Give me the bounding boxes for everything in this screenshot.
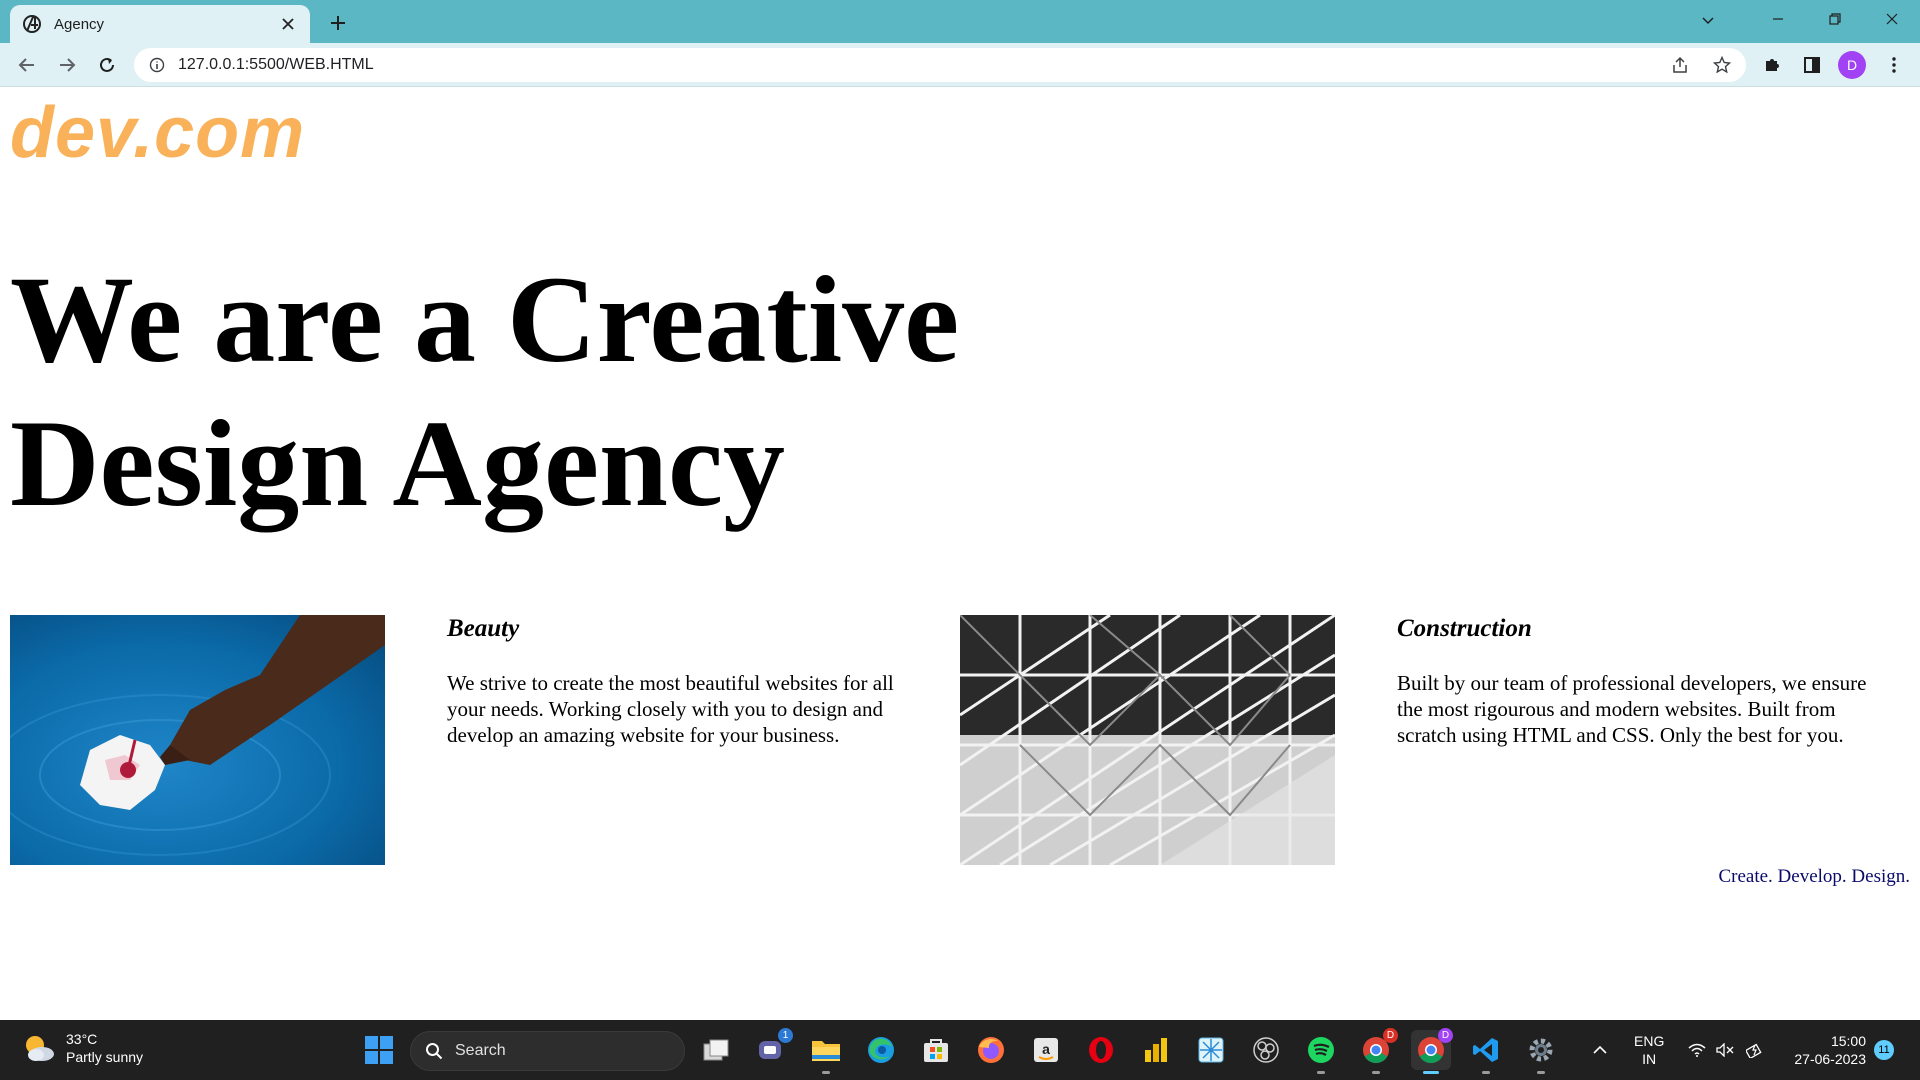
construction-image	[960, 615, 1335, 865]
running-indicator	[1482, 1071, 1490, 1074]
browser-tab-active[interactable]: Agency	[10, 5, 310, 43]
back-arrow-icon[interactable]	[12, 50, 42, 80]
settings-gear-icon[interactable]	[1521, 1030, 1561, 1074]
new-tab-icon[interactable]	[324, 9, 352, 37]
running-indicator	[1537, 1071, 1545, 1074]
kebab-menu-icon[interactable]	[1879, 50, 1909, 80]
weather-widget[interactable]: 33°C Partly sunny	[20, 1030, 143, 1066]
avengers-logo-icon	[22, 14, 42, 34]
chrome-profile-1-icon[interactable]: D	[1356, 1028, 1398, 1074]
tab-title: Agency	[54, 15, 105, 33]
vscode-icon[interactable]	[1466, 1030, 1506, 1074]
speaker-muted-icon[interactable]	[1714, 1030, 1736, 1070]
close-window-icon[interactable]	[1863, 0, 1920, 38]
chrome-profile-2-icon[interactable]: D	[1411, 1028, 1453, 1074]
taskbar-search[interactable]: Search	[410, 1031, 685, 1071]
language-region: IN	[1642, 1051, 1657, 1067]
feature-title-beauty: Beauty	[447, 615, 520, 642]
microsoft-store-icon[interactable]	[916, 1030, 956, 1070]
beauty-image	[10, 615, 385, 865]
tagline: Create. Develop. Design.	[1718, 866, 1910, 887]
reload-icon[interactable]	[92, 50, 122, 80]
feature-text-beauty: We strive to create the most beautiful w…	[447, 671, 894, 747]
language-indicator[interactable]: ENG IN	[1634, 1032, 1664, 1068]
close-tab-icon[interactable]	[278, 14, 298, 34]
minimize-icon[interactable]	[1749, 0, 1806, 38]
windows-taskbar: 33°C Partly sunny Search 1 a D D ENG IN …	[0, 1020, 1920, 1080]
snipping-tool-icon[interactable]	[1191, 1030, 1231, 1070]
amazon-icon[interactable]: a	[1026, 1030, 1066, 1070]
weather-desc: Partly sunny	[66, 1049, 144, 1065]
file-explorer-icon[interactable]	[806, 1030, 846, 1074]
site-logo[interactable]: dev.com	[10, 92, 305, 174]
opera-icon[interactable]	[1081, 1030, 1121, 1070]
extensions-puzzle-icon[interactable]	[1757, 50, 1787, 80]
teams-chat-icon[interactable]: 1	[751, 1028, 793, 1070]
firefox-icon[interactable]	[971, 1030, 1011, 1070]
site-info-icon[interactable]	[148, 56, 166, 74]
chevron-down-icon[interactable]	[1694, 6, 1722, 34]
hero-heading: We are a Creative Design Agency	[10, 248, 1110, 536]
windows-start-icon[interactable]	[359, 1030, 399, 1070]
hero-line-1: We are a Creative	[10, 251, 960, 388]
side-panel-icon[interactable]	[1797, 50, 1827, 80]
battery-charging-icon[interactable]	[1744, 1030, 1766, 1070]
chrome-profile-badge: D	[1438, 1028, 1453, 1043]
profile-avatar[interactable]: D	[1838, 51, 1866, 79]
forward-arrow-icon[interactable]	[52, 50, 82, 80]
restore-icon[interactable]	[1806, 0, 1863, 38]
feature-text-construction: Built by our team of professional develo…	[1397, 671, 1867, 747]
clock-time: 15:00	[1830, 1033, 1866, 1049]
obs-studio-icon[interactable]	[1246, 1030, 1286, 1070]
power-bi-icon[interactable]	[1136, 1030, 1176, 1070]
partly-sunny-icon	[26, 1036, 54, 1061]
show-hidden-icons-chevron-icon[interactable]	[1590, 1030, 1610, 1070]
taskbar-search-label: Search	[455, 1042, 506, 1059]
feature-title-construction: Construction	[1397, 615, 1532, 642]
url-text: 127.0.0.1:5500/WEB.HTML	[178, 56, 374, 73]
share-icon[interactable]	[1666, 51, 1694, 79]
running-indicator	[1317, 1071, 1325, 1074]
address-bar[interactable]: 127.0.0.1:5500/WEB.HTML	[134, 48, 1746, 82]
notification-count-badge[interactable]: 11	[1874, 1040, 1894, 1060]
chrome-profile-badge: D	[1383, 1028, 1398, 1043]
window-controls	[1749, 0, 1920, 38]
web-page: dev.com We are a Creative Design Agency	[0, 88, 1920, 1020]
weather-temp: 33°C	[66, 1031, 98, 1047]
system-clock[interactable]: 15:00 27-06-2023	[1786, 1032, 1866, 1068]
language-code: ENG	[1634, 1033, 1665, 1049]
browser-titlebar: Agency	[0, 0, 1920, 43]
hero-line-2: Design Agency	[10, 395, 785, 532]
teams-badge: 1	[778, 1028, 793, 1043]
active-indicator	[1423, 1071, 1439, 1074]
running-indicator	[822, 1071, 830, 1074]
clock-date: 27-06-2023	[1794, 1051, 1866, 1067]
edge-browser-icon[interactable]	[861, 1030, 901, 1070]
task-view-icon[interactable]	[696, 1030, 736, 1070]
svg-text:a: a	[1042, 1041, 1050, 1057]
wifi-icon[interactable]	[1686, 1030, 1708, 1070]
search-icon	[426, 1043, 443, 1060]
bookmark-star-icon[interactable]	[1708, 51, 1736, 79]
spotify-icon[interactable]	[1301, 1030, 1341, 1074]
browser-toolbar: 127.0.0.1:5500/WEB.HTML D	[0, 43, 1920, 87]
running-indicator	[1372, 1071, 1380, 1074]
